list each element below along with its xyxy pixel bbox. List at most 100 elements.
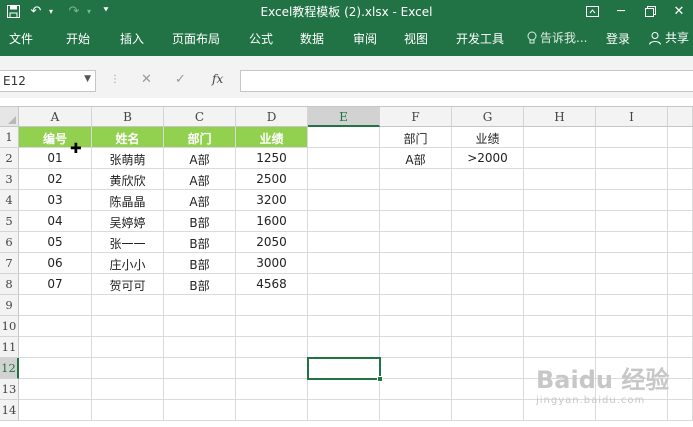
table-header-cell[interactable]: 业绩 (236, 127, 308, 148)
cell-c10[interactable] (164, 316, 236, 337)
table-cell[interactable]: 05 (19, 232, 92, 253)
formula-bar-splitter[interactable]: ⋮ (110, 74, 120, 85)
cell-g5[interactable] (452, 211, 524, 232)
cell-a13[interactable] (19, 379, 92, 400)
cell-e11[interactable] (308, 337, 380, 358)
ribbon-display-options-icon[interactable] (577, 0, 607, 22)
cell-f9[interactable] (380, 295, 452, 316)
cell-e4[interactable] (308, 190, 380, 211)
criteria-header-cell[interactable]: 部门 (380, 127, 452, 148)
criteria-value-cell[interactable]: >2000 (452, 148, 524, 169)
table-header-cell[interactable]: 部门 (164, 127, 236, 148)
formula-input[interactable] (240, 70, 693, 92)
cell-e9[interactable] (308, 295, 380, 316)
criteria-value-cell[interactable]: A部 (380, 148, 452, 169)
cell-g11[interactable] (452, 337, 524, 358)
cell-c12[interactable] (164, 358, 236, 379)
table-cell[interactable]: 3200 (236, 190, 308, 211)
table-cell[interactable]: 3000 (236, 253, 308, 274)
name-box-dropdown-icon[interactable]: ▼ (84, 74, 91, 84)
cell-f8[interactable] (380, 274, 452, 295)
cell-a11[interactable] (19, 337, 92, 358)
cell-j7[interactable] (668, 253, 693, 274)
cell-j9[interactable] (668, 295, 693, 316)
cell-f12[interactable] (380, 358, 452, 379)
cell-i3[interactable] (596, 169, 668, 190)
table-cell[interactable]: 庄小小 (92, 253, 164, 274)
column-header-partial[interactable] (668, 107, 693, 127)
cell-f13[interactable] (380, 379, 452, 400)
column-header-h[interactable]: H (524, 107, 596, 127)
criteria-header-cell[interactable]: 业绩 (452, 127, 524, 148)
cell-c11[interactable] (164, 337, 236, 358)
cancel-icon[interactable]: ✕ (141, 72, 152, 87)
cell-c14[interactable] (164, 400, 236, 421)
cell-j6[interactable] (668, 232, 693, 253)
cell-h7[interactable] (524, 253, 596, 274)
column-header-i[interactable]: I (596, 107, 668, 127)
cell-b9[interactable] (92, 295, 164, 316)
column-header-f[interactable]: F (380, 107, 452, 127)
tab-file[interactable]: 文件 (9, 30, 33, 47)
cell-j2[interactable] (668, 148, 693, 169)
cell-f6[interactable] (380, 232, 452, 253)
cell-h4[interactable] (524, 190, 596, 211)
cell-c9[interactable] (164, 295, 236, 316)
cell-g6[interactable] (452, 232, 524, 253)
cell-c13[interactable] (164, 379, 236, 400)
cell-f4[interactable] (380, 190, 452, 211)
cell-e1[interactable] (308, 127, 380, 148)
tab-insert[interactable]: 插入 (120, 30, 144, 47)
name-box[interactable]: E12 ▼ (0, 70, 96, 92)
table-cell[interactable]: B部 (164, 253, 236, 274)
cell-e14[interactable] (308, 400, 380, 421)
cell-j13[interactable] (668, 379, 693, 400)
cell-i2[interactable] (596, 148, 668, 169)
cell-h5[interactable] (524, 211, 596, 232)
cell-e10[interactable] (308, 316, 380, 337)
table-cell[interactable]: 06 (19, 253, 92, 274)
cell-j3[interactable] (668, 169, 693, 190)
row-header-2[interactable]: 2 (0, 148, 19, 169)
cell-g3[interactable] (452, 169, 524, 190)
cell-j12[interactable] (668, 358, 693, 379)
table-cell[interactable]: 2050 (236, 232, 308, 253)
table-cell[interactable]: 张一一 (92, 232, 164, 253)
cell-h6[interactable] (524, 232, 596, 253)
select-all-button[interactable] (0, 107, 19, 127)
table-cell[interactable]: B部 (164, 232, 236, 253)
cell-e8[interactable] (308, 274, 380, 295)
fill-handle[interactable] (377, 376, 383, 382)
table-cell[interactable]: A部 (164, 148, 236, 169)
tab-page-layout[interactable]: 页面布局 (172, 30, 220, 47)
table-cell[interactable]: 07 (19, 274, 92, 295)
cell-f7[interactable] (380, 253, 452, 274)
row-header-3[interactable]: 3 (0, 169, 19, 190)
cell-a14[interactable] (19, 400, 92, 421)
row-header-12[interactable]: 12 (0, 358, 19, 379)
cell-g8[interactable] (452, 274, 524, 295)
table-cell[interactable]: B部 (164, 274, 236, 295)
cell-j4[interactable] (668, 190, 693, 211)
row-header-10[interactable]: 10 (0, 316, 19, 337)
row-header-13[interactable]: 13 (0, 379, 19, 400)
table-cell[interactable]: 吴婷婷 (92, 211, 164, 232)
cell-a10[interactable] (19, 316, 92, 337)
tab-developer[interactable]: 开发工具 (456, 30, 504, 47)
cell-j10[interactable] (668, 316, 693, 337)
cell-g4[interactable] (452, 190, 524, 211)
restore-icon[interactable] (635, 0, 665, 22)
column-header-a[interactable]: A (19, 107, 92, 127)
table-cell[interactable]: 02 (19, 169, 92, 190)
cell-j8[interactable] (668, 274, 693, 295)
cell-g7[interactable] (452, 253, 524, 274)
insert-function-icon[interactable]: fx (212, 72, 223, 86)
signin-link[interactable]: 登录 (606, 30, 630, 47)
cell-i11[interactable] (596, 337, 668, 358)
table-cell[interactable]: 1600 (236, 211, 308, 232)
cell-f5[interactable] (380, 211, 452, 232)
tab-data[interactable]: 数据 (300, 30, 324, 47)
tell-me-box[interactable]: 告诉我... (527, 29, 587, 46)
cell-d12[interactable] (236, 358, 308, 379)
cell-g13[interactable] (452, 379, 524, 400)
